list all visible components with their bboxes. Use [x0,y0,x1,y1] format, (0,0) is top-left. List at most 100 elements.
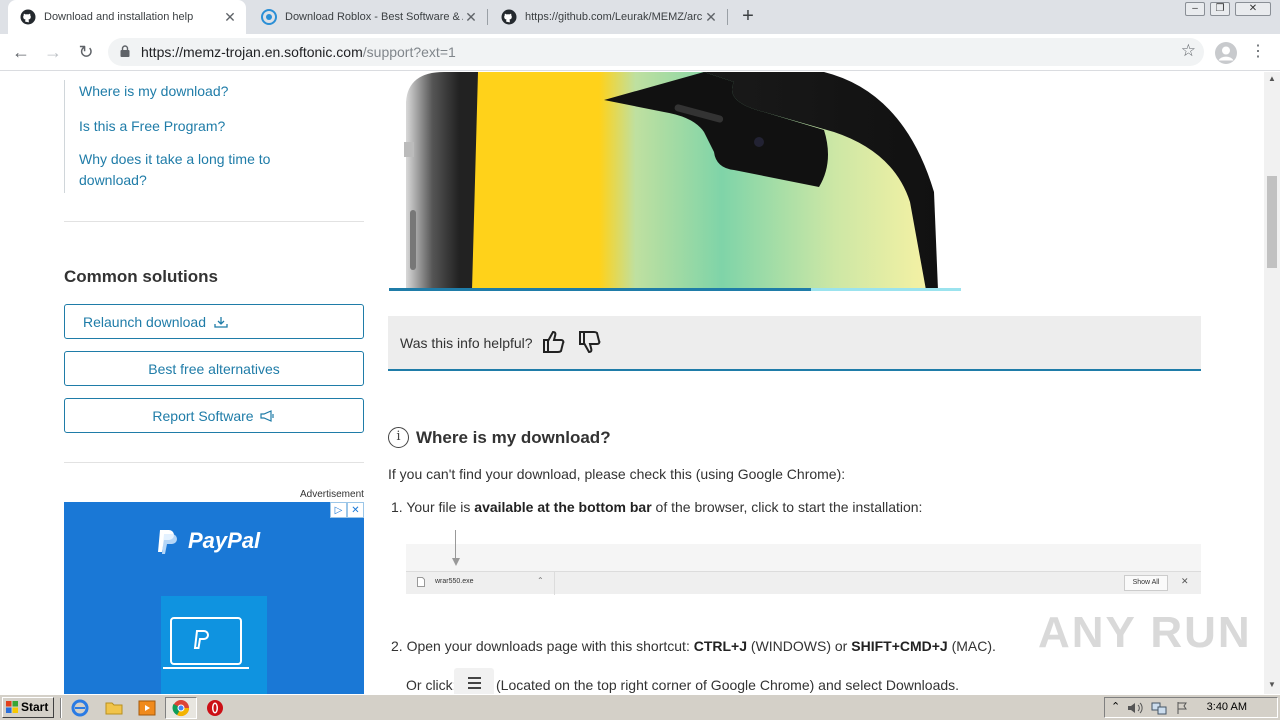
paypal-advertisement[interactable]: ▷ ✕ PayPal [64,502,364,694]
lock-icon [120,45,130,57]
chrome-taskbar-button[interactable] [165,697,197,719]
forward-arrow-icon[interactable]: → [41,40,65,64]
softonic-favicon-icon [261,9,277,25]
ad-choices[interactable]: ▷ ✕ [330,502,364,518]
feedback-question: Was this info helpful? [400,335,533,351]
windows-taskbar: Start ⌃ 3:40 AM [0,694,1280,720]
back-arrow-icon[interactable]: ← [9,40,33,64]
step-2-key-windows: CTRL+J [693,638,748,654]
scroll-down-icon[interactable]: ▼ [1268,680,1276,689]
download-divider [554,572,555,595]
action-center-flag-icon[interactable] [1175,701,1189,715]
sidebar-link-long-time-cont[interactable]: download? [79,170,147,191]
window-close-icon[interactable]: ✕ [1235,2,1271,16]
sidebar-link-long-time[interactable]: Why does it take a long time to [79,149,270,170]
relaunch-label: Relaunch download [83,313,206,330]
clock: 3:40 AM [1206,701,1247,713]
ad-laptop-graphic [161,596,267,694]
step-2-mid: (WINDOWS) or [747,638,852,654]
bookmark-star-icon[interactable]: ☆ [1181,41,1196,61]
or-click-prefix: Or click: [406,677,457,693]
system-tray: ⌃ 3:40 AM [1104,697,1278,718]
intro-text: If you can't find your download, please … [388,466,846,482]
start-label: Start [21,700,49,714]
web-page: Where is my download? Is this a Free Pro… [0,72,1264,694]
download-close-icon: ✕ [1181,576,1189,586]
divider [64,221,364,222]
phone-image [404,72,938,290]
step-1-bold: available at the bottom bar [474,499,652,515]
url-path: /support?ext=1 [362,44,456,60]
relaunch-download-button[interactable]: Relaunch download [64,304,364,339]
tab-separator [727,9,728,25]
restore-icon[interactable]: ❐ [1210,2,1230,16]
profile-avatar-icon[interactable] [1215,42,1237,64]
volume-icon[interactable] [1127,701,1143,715]
tab-title: Download and installation help [44,11,194,23]
scroll-up-icon[interactable]: ▲ [1268,74,1276,83]
tab-close-icon[interactable]: ✕ [222,9,238,25]
ad-close-icon[interactable]: ✕ [347,502,364,518]
step-2-key-mac: SHIFT+CMD+J [851,638,948,654]
download-file-name: wrar550.exe [435,578,474,585]
ad-info-icon[interactable]: ▷ [330,502,347,518]
arrow-line [455,530,456,560]
chrome-icon [172,700,190,717]
image-progress-fill [389,288,811,291]
new-tab-button[interactable]: + [736,5,760,29]
best-free-alternatives-button[interactable]: Best free alternatives [64,351,364,386]
alternatives-label: Best free alternatives [148,360,280,377]
tab-title: Download Roblox - Best Software & Apps [285,11,463,23]
sidebar-link-where-download[interactable]: Where is my download? [79,81,228,102]
network-icon[interactable] [1151,701,1167,715]
minimize-icon[interactable]: – [1185,2,1205,16]
report-software-button[interactable]: Report Software [64,398,364,433]
reload-icon[interactable]: ↻ [74,40,98,64]
tray-expand-icon[interactable]: ⌃ [1111,700,1120,713]
tab-close-icon[interactable]: ✕ [703,9,719,25]
address-bar[interactable]: https://memz-trojan.en.softonic.com/supp… [108,38,1204,66]
report-label: Report Software [152,407,254,424]
paypal-brand: PayPal [188,528,261,553]
section-title: Where is my download? [416,428,611,447]
file-icon [417,577,425,587]
anyrun-watermark: ANY RUN [1038,608,1252,657]
vertical-scrollbar[interactable]: ▲ ▼ [1264,72,1280,694]
tab-download-help[interactable]: Download and installation help ✕ [8,0,246,34]
sidebar-link-free-program[interactable]: Is this a Free Program? [79,116,225,137]
feedback-box: Was this info helpful? [388,316,1201,371]
step-2: 2. Open your downloads page with this sh… [391,638,996,654]
step-1: 1. Your file is available at the bottom … [391,499,922,515]
step-2-suffix: (MAC). [947,638,996,654]
image-progress-bar [389,288,961,291]
taskbar-separator [60,698,62,718]
step-2-prefix: 2. Open your downloads page with this sh… [391,638,694,654]
chrome-menu-icon[interactable]: ⋮ [1250,40,1266,64]
windows-flag-icon [6,701,18,713]
divider [64,462,364,463]
download-bar-illustration: wrar550.exe ⌃ Show All ✕ [406,530,1201,595]
download-bar-inner: wrar550.exe ⌃ Show All ✕ [406,571,1201,595]
internet-explorer-icon[interactable] [70,698,90,718]
tab-separator [487,9,488,25]
info-icon: i [388,427,409,448]
arrow-down-icon [452,558,460,566]
url-host: https://memz-trojan.en.softonic.com [141,44,363,60]
thumbs-up-icon[interactable] [541,329,567,355]
tab-roblox[interactable]: Download Roblox - Best Software & Apps ✕ [249,0,487,34]
github-favicon-icon [20,9,36,25]
browser-toolbar: ← → ↻ https://memz-trojan.en.softonic.co… [0,34,1280,71]
url-text: https://memz-trojan.en.softonic.com/supp… [141,44,456,60]
download-icon [214,316,228,328]
scrollbar-thumb[interactable] [1267,176,1277,268]
show-all-button: Show All [1124,575,1168,591]
start-button[interactable]: Start [2,697,54,718]
thumbs-down-icon[interactable] [577,329,603,355]
opera-icon[interactable] [205,698,225,718]
media-player-icon[interactable] [137,698,157,718]
common-solutions-title: Common solutions [64,267,218,286]
tab-close-icon[interactable]: ✕ [463,9,479,25]
megaphone-icon [259,409,274,422]
tab-github[interactable]: https://github.com/Leurak/MEMZ/archive ✕ [489,0,727,34]
file-explorer-icon[interactable] [104,698,124,718]
